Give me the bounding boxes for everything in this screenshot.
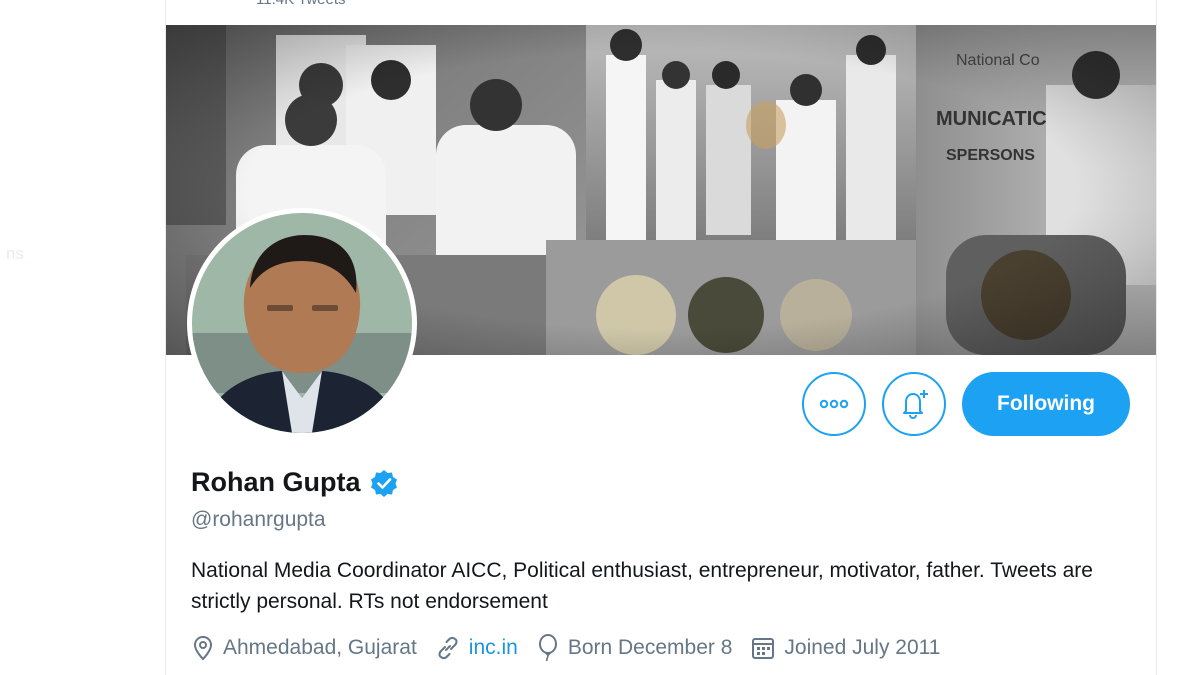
website-item: inc.in xyxy=(435,635,518,661)
more-dots-icon xyxy=(819,399,849,409)
avatar-photo xyxy=(192,213,412,433)
location-item: Ahmedabad, Gujarat xyxy=(191,635,417,661)
joined-text: Joined July 2011 xyxy=(784,636,941,659)
location-text: Ahmedabad, Gujarat xyxy=(223,636,417,659)
profile-handle: @rohanrgupta xyxy=(191,508,326,531)
profile-column: 11.4K Tweets xyxy=(165,0,1157,675)
balloon-icon xyxy=(536,634,560,662)
profile-bio: National Media Coordinator AICC, Politic… xyxy=(191,559,1093,613)
website-link[interactable]: inc.in xyxy=(469,636,518,660)
sidebar-fragment-text: ns xyxy=(6,244,24,263)
joined-item: Joined July 2011 xyxy=(750,635,940,661)
left-sidebar-remnant: ns xyxy=(0,0,165,675)
birthday-text: Born December 8 xyxy=(567,636,733,659)
profile-actions: Following xyxy=(802,372,1130,436)
profile-meta: Ahmedabad, Gujarat inc.in Born December … xyxy=(191,634,940,662)
following-button[interactable]: Following xyxy=(962,372,1130,436)
birthday-item: Born December 8 xyxy=(536,634,733,662)
tweets-count: 11.4K Tweets xyxy=(256,0,346,8)
profile-avatar[interactable] xyxy=(187,208,417,438)
notifications-button[interactable] xyxy=(882,372,946,436)
profile-name-row: Rohan Gupta xyxy=(191,467,399,498)
display-name: Rohan Gupta xyxy=(191,467,361,497)
bell-plus-icon xyxy=(897,387,931,421)
verified-badge-icon xyxy=(369,468,399,498)
link-icon xyxy=(435,635,461,661)
location-pin-icon xyxy=(191,635,215,661)
calendar-icon xyxy=(750,635,776,661)
more-options-button[interactable] xyxy=(802,372,866,436)
